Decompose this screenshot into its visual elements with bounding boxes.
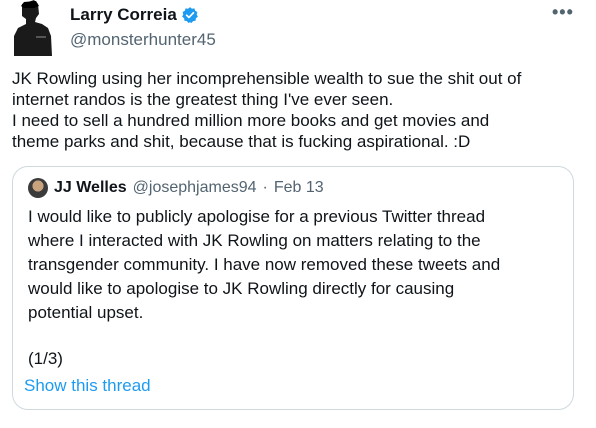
quoted-text-line: where I interacted with JK Rowling on ma… (28, 231, 481, 250)
tweet-text-line: JK Rowling using her incomprehensible we… (12, 69, 522, 88)
more-options-icon[interactable]: ••• (552, 2, 574, 23)
quoted-author-handle[interactable]: @josephjames94 (133, 179, 257, 197)
quoted-text-line: transgender community. I have now remove… (28, 255, 501, 274)
tweet-text-line: theme parks and shit, because that is fu… (12, 132, 471, 151)
thread-count: (1/3) (28, 349, 63, 368)
author-display-name[interactable]: Larry Correia (70, 5, 177, 25)
quoted-text-line: would like to apologise to JK Rowling di… (28, 279, 455, 298)
verified-badge-icon[interactable] (181, 6, 199, 24)
show-thread-link[interactable]: Show this thread (24, 376, 151, 396)
quoted-tweet-date[interactable]: Feb 13 (274, 179, 324, 197)
quoted-text-line: I would like to publicly apologise for a… (28, 207, 486, 226)
quoted-text-line: potential upset. (28, 303, 144, 322)
author-handle[interactable]: @monsterhunter45 (70, 30, 216, 50)
tweet-text-line: I need to sell a hundred million more bo… (12, 111, 490, 130)
quoted-tweet-text: I would like to publicly apologise for a… (28, 205, 568, 325)
author-avatar[interactable] (8, 0, 56, 56)
quoted-tweet-card[interactable]: JJ Welles @josephjames94 · Feb 13 I woul… (12, 166, 574, 410)
separator-dot: · (262, 179, 268, 196)
author-name-row: Larry Correia (70, 5, 199, 25)
quoted-tweet-header: JJ Welles @josephjames94 · Feb 13 (28, 178, 324, 198)
bottom-divider (0, 420, 596, 428)
quoted-author-avatar[interactable] (28, 178, 48, 198)
tweet-text: JK Rowling using her incomprehensible we… (12, 68, 592, 152)
quoted-author-name[interactable]: JJ Welles (54, 179, 127, 197)
tweet-text-line: internet randos is the greatest thing I'… (12, 90, 394, 109)
author-avatar-image (14, 0, 52, 56)
